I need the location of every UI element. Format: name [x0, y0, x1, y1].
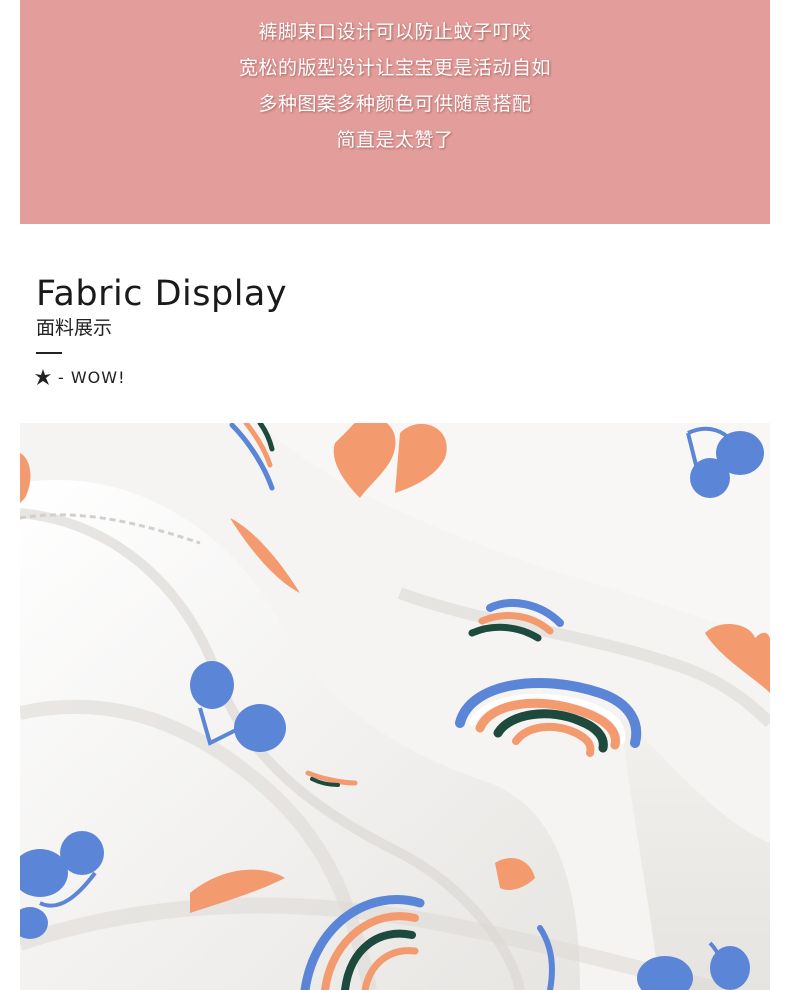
- banner-line: 裤脚束口设计可以防止蚊子叮咬: [258, 21, 532, 43]
- product-feature-banner: 裤脚束口设计可以防止蚊子叮咬 宽松的版型设计让宝宝更是活动自如 多种图案多种颜色…: [20, 0, 770, 224]
- fabric-photo: [20, 423, 770, 990]
- wow-tagline: - WOW!: [34, 366, 126, 388]
- star-icon: [34, 368, 52, 386]
- fabric-illustration: [20, 423, 770, 990]
- fabric-section-header: Fabric Display 面料展示 - WOW!: [34, 270, 436, 400]
- banner-line: 多种图案多种颜色可供随意搭配: [258, 93, 532, 115]
- banner-line: 宽松的版型设计让宝宝更是活动自如: [238, 57, 551, 79]
- banner-line: 简直是太赞了: [336, 129, 454, 151]
- section-title-english: Fabric Display: [36, 274, 288, 314]
- section-title-chinese: 面料展示: [36, 317, 113, 339]
- section-divider: [36, 352, 62, 354]
- wow-text: - WOW!: [58, 367, 126, 387]
